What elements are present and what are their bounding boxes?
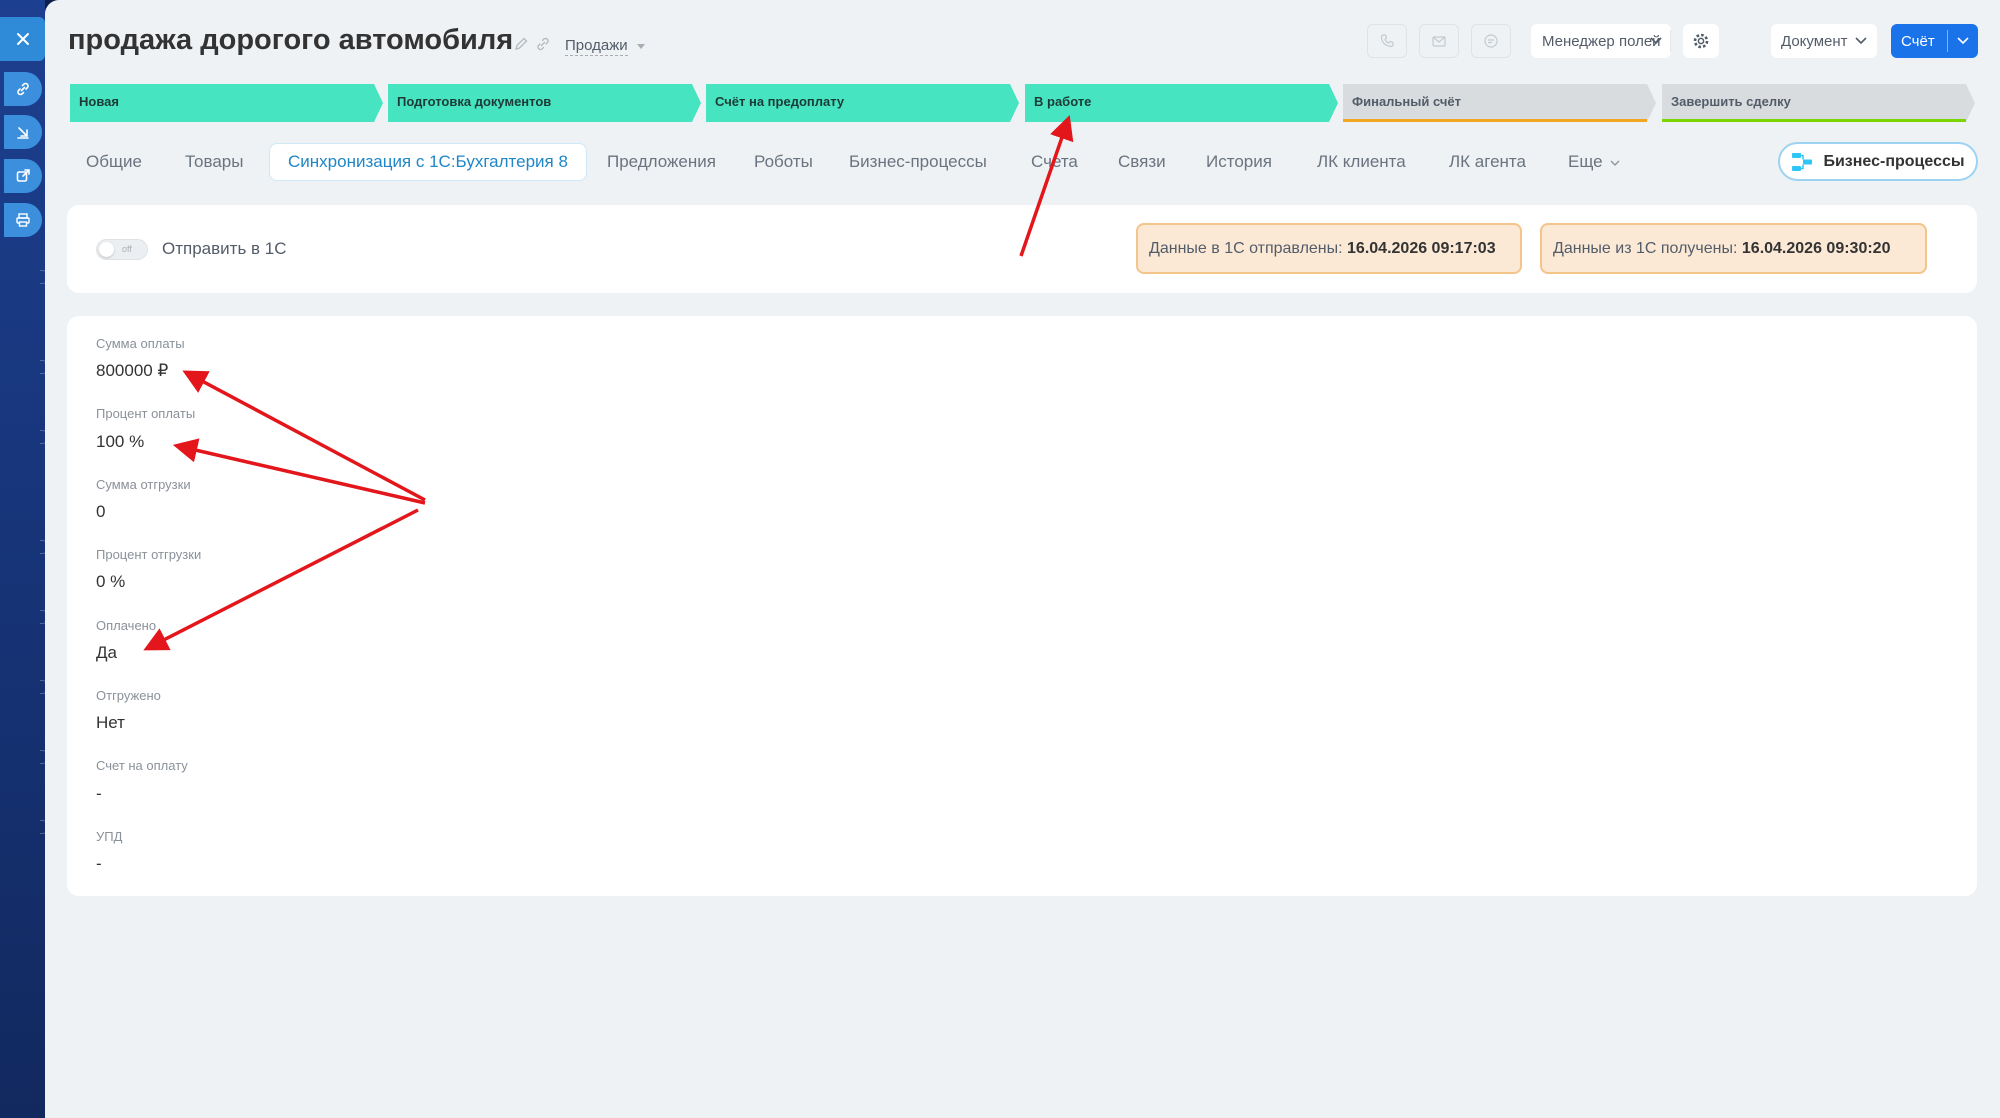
external-link-icon [16,169,30,182]
stage-documents[interactable]: Подготовка документов [388,84,701,122]
stage-label: Новая [79,94,119,109]
sync-card: off Отправить в 1С Данные в 1С отправлен… [67,205,1977,293]
invoice-label: Счёт [1901,32,1935,50]
tab-business-processes[interactable]: Бизнес-процессы [849,143,987,181]
category-selector[interactable]: Продажи [565,37,628,56]
divider [1947,30,1948,52]
print-icon [16,213,30,227]
field-value-upd[interactable]: - [96,854,102,874]
tab-general[interactable]: Общие [86,143,142,181]
mail-icon [1432,36,1446,47]
chevron-down-icon[interactable] [1957,36,1969,46]
field-label-payment-percent: Процент оплаты [96,406,196,421]
field-value-shipped[interactable]: Нет [96,713,125,733]
send-to-1c-toggle[interactable]: off [96,239,148,260]
field-value-shipment-percent[interactable]: 0 % [96,572,125,592]
received-status-label: Данные из 1С получены: [1553,240,1738,257]
stage-label: Счёт на предоплату [715,94,845,109]
tab-history[interactable]: История [1206,143,1272,181]
field-label-paid: Оплачено [96,618,157,633]
received-status-badge: Данные из 1С получены: 16.04.2026 09:30:… [1540,223,1927,274]
toggle-state: off [122,244,132,254]
sent-status-label: Данные в 1С отправлены: [1149,240,1343,257]
business-process-icon [1792,152,1813,171]
business-processes-label: Бизнес-процессы [1823,152,1965,170]
copy-link-button[interactable] [4,72,42,106]
sent-status-badge: Данные в 1С отправлены: 16.04.2026 09:17… [1136,223,1522,274]
toggle-knob [99,242,114,257]
pipeline-stages: Новая Подготовка документов Счёт на пред… [70,84,1990,122]
chevron-down-icon[interactable] [1650,36,1662,46]
chevron-down-icon [1610,160,1620,166]
page-title: продажа дорогого автомобиля [68,24,514,56]
field-value-payment-percent[interactable]: 100 % [96,432,144,452]
stage-label: В работе [1034,94,1092,109]
field-label-payment-invoice: Счет на оплату [96,758,188,773]
sent-status-time: 16.04.2026 09:17:03 [1347,240,1496,257]
tab-robots[interactable]: Роботы [754,143,813,181]
open-new-window-button[interactable] [4,159,42,193]
fields-card: Сумма оплаты 800000 ₽ Процент оплаты 100… [67,316,1977,896]
link-icon [17,82,29,96]
field-label-upd: УПД [96,829,123,844]
call-button[interactable] [1367,24,1407,58]
tab-bar: Общие Товары Синхронизация с 1С:Бухгалте… [68,143,1988,183]
pencil-icon[interactable] [513,36,529,52]
phone-icon [1380,34,1394,48]
stage-prepayment-invoice[interactable]: Счёт на предоплату [706,84,1019,122]
link-icon[interactable] [535,36,551,52]
print-button[interactable] [4,203,42,237]
field-value-shipment-amount[interactable]: 0 [96,502,105,522]
tab-client-portal[interactable]: ЛК клиента [1317,143,1406,181]
tab-more-label: Еще [1568,152,1603,171]
invoice-button[interactable]: Счёт [1891,24,1978,58]
stage-label: Завершить сделку [1671,94,1791,109]
field-label-shipment-amount: Сумма отгрузки [96,477,191,492]
download-button[interactable] [4,115,42,149]
chat-button[interactable] [1471,24,1511,58]
chat-icon [1484,34,1498,48]
email-button[interactable] [1419,24,1459,58]
stage-in-progress[interactable]: В работе [1025,84,1338,122]
field-value-paid[interactable]: Да [96,643,117,663]
close-icon [16,33,29,45]
field-manager-button[interactable]: Менеджер полей [1531,24,1671,58]
divider [1670,30,1671,52]
stage-underline [1343,119,1647,122]
deal-slider-panel: продажа дорогого автомобиля Продажи Мене… [45,0,2000,1118]
gear-icon [1693,33,1709,49]
document-label: Документ [1781,32,1848,50]
field-label-shipment-percent: Процент отгрузки [96,547,202,562]
download-icon [17,127,29,139]
received-status-time: 16.04.2026 09:30:20 [1741,240,1891,257]
tab-agent-portal[interactable]: ЛК агента [1449,143,1526,181]
chevron-down-icon [1855,37,1867,45]
document-button[interactable]: Документ [1771,24,1877,58]
settings-button[interactable] [1683,24,1719,58]
tab-offers[interactable]: Предложения [607,143,716,181]
stage-final-invoice[interactable]: Финальный счёт [1343,84,1656,122]
stage-close-deal[interactable]: Завершить сделку [1662,84,1975,122]
left-rail [0,0,46,1118]
tab-1c-sync[interactable]: Синхронизация с 1С:Бухгалтерия 8 [269,143,587,181]
field-label-payment-amount: Сумма оплаты [96,336,185,351]
stage-label: Финальный счёт [1352,94,1462,109]
close-slider-button[interactable] [0,17,45,61]
field-manager-label: Менеджер полей [1542,32,1661,50]
tab-invoices[interactable]: Счета [1031,143,1078,181]
field-label-shipped: Отгружено [96,688,161,703]
tab-products[interactable]: Товары [185,143,243,181]
send-to-1c-label: Отправить в 1С [162,239,287,258]
field-value-payment-amount[interactable]: 800000 ₽ [96,361,168,381]
caret-down-icon [637,44,645,49]
tab-more[interactable]: Еще [1568,143,1620,181]
stage-underline [1662,119,1966,122]
stage-new[interactable]: Новая [70,84,383,122]
stage-label: Подготовка документов [397,94,552,109]
tab-relations[interactable]: Связи [1118,143,1166,181]
field-value-payment-invoice[interactable]: - [96,784,102,804]
business-processes-button[interactable]: Бизнес-процессы [1778,142,1978,181]
